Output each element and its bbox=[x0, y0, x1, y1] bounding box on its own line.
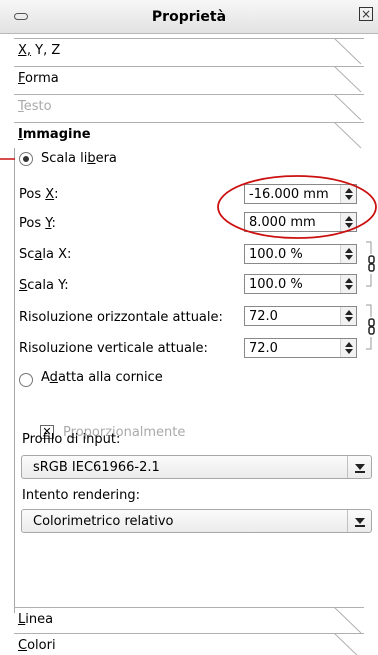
annotation-overlay bbox=[0, 158, 377, 239]
annotation-ellipse bbox=[217, 175, 377, 239]
